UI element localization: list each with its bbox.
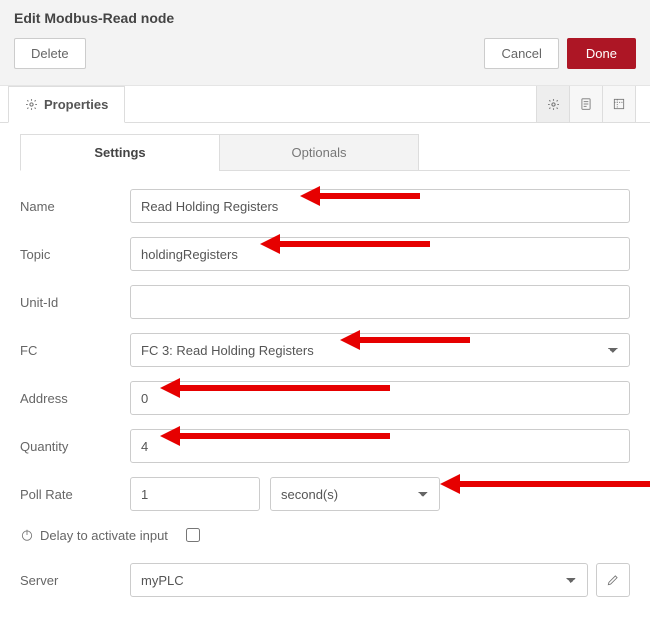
delay-checkbox[interactable] xyxy=(186,528,200,542)
tab-optionals[interactable]: Optionals xyxy=(219,134,419,171)
tab-appearance[interactable] xyxy=(602,85,636,122)
label-topic: Topic xyxy=(20,247,130,262)
pollrate-input[interactable] xyxy=(130,477,260,511)
gear-icon xyxy=(25,98,38,111)
row-address: Address xyxy=(20,381,630,415)
header-buttons: Delete Cancel Done xyxy=(14,38,636,75)
name-input[interactable] xyxy=(130,189,630,223)
inner-tabs: Settings Optionals xyxy=(20,133,630,171)
label-unitid: Unit-Id xyxy=(20,295,130,310)
tab-description[interactable] xyxy=(569,85,603,122)
resize-icon xyxy=(612,97,626,111)
row-fc: FC FC 3: Read Holding Registers xyxy=(20,333,630,367)
unitid-input[interactable] xyxy=(130,285,630,319)
dialog-header: Edit Modbus-Read node Delete Cancel Done xyxy=(0,0,650,85)
row-server: Server myPLC xyxy=(20,563,630,597)
label-delay: Delay to activate input xyxy=(40,528,168,543)
row-quantity: Quantity xyxy=(20,429,630,463)
fc-select[interactable]: FC 3: Read Holding Registers xyxy=(130,333,630,367)
row-pollrate: Poll Rate second(s) xyxy=(20,477,630,511)
edit-server-button[interactable] xyxy=(596,563,630,597)
row-unitid: Unit-Id xyxy=(20,285,630,319)
dialog-title: Edit Modbus-Read node xyxy=(14,10,636,26)
topic-input[interactable] xyxy=(130,237,630,271)
doc-icon xyxy=(579,97,593,111)
label-server: Server xyxy=(20,573,130,588)
label-quantity: Quantity xyxy=(20,439,130,454)
pencil-icon xyxy=(606,573,620,587)
tab-node-settings[interactable] xyxy=(536,85,570,122)
cancel-button[interactable]: Cancel xyxy=(484,38,558,69)
tab-properties[interactable]: Properties xyxy=(8,86,125,123)
power-icon xyxy=(20,528,34,542)
gear-icon xyxy=(547,98,560,111)
done-button[interactable]: Done xyxy=(567,38,636,69)
label-name: Name xyxy=(20,199,130,214)
quantity-input[interactable] xyxy=(130,429,630,463)
address-input[interactable] xyxy=(130,381,630,415)
row-topic: Topic xyxy=(20,237,630,271)
tab-properties-label: Properties xyxy=(44,97,108,112)
form-body: Settings Optionals Name Topic Unit-Id FC… xyxy=(0,123,650,631)
label-fc: FC xyxy=(20,343,130,358)
label-pollrate: Poll Rate xyxy=(20,487,130,502)
row-name: Name xyxy=(20,189,630,223)
pollrate-unit-select[interactable]: second(s) xyxy=(270,477,440,511)
row-delay: Delay to activate input xyxy=(20,525,630,545)
tab-settings[interactable]: Settings xyxy=(20,134,220,171)
label-address: Address xyxy=(20,391,130,406)
delete-button[interactable]: Delete xyxy=(14,38,86,69)
editor-tabs: Properties xyxy=(0,85,650,123)
server-select[interactable]: myPLC xyxy=(130,563,588,597)
